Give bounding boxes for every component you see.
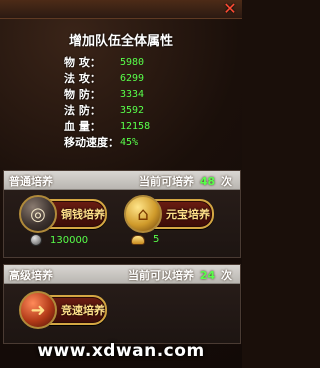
stat-value: 5980	[120, 56, 145, 68]
fast-training-icon: ➜	[19, 291, 57, 329]
close-icon[interactable]: ✕	[221, 0, 239, 18]
stat-label: 移动速度：	[64, 136, 119, 149]
remaining-suffix: 次	[221, 175, 232, 188]
yuanbao-training-button[interactable]: ⌂ 元宝培养	[124, 195, 214, 233]
yuanbao-cost-value: 5	[153, 234, 160, 245]
stat-row-move-speed: 移动速度： 45%	[64, 134, 224, 150]
stat-row-magic-defense: 法 防： 3592	[64, 102, 224, 118]
advanced-training-title: 高级培养	[9, 269, 53, 282]
stat-row-physical-attack: 物 攻： 5980	[64, 54, 224, 70]
normal-training-title: 普通培养	[9, 175, 53, 188]
copper-coin-icon: ◎	[19, 195, 57, 233]
yuanbao-cost: 5	[131, 234, 159, 245]
remaining-count: 48	[199, 175, 216, 188]
advanced-training-remaining: 当前可以培养 24 次	[128, 267, 232, 283]
yuanbao-ingot-icon	[131, 234, 145, 245]
stat-value: 12158	[120, 120, 151, 132]
normal-training-header: 普通培养 当前可培养 48 次	[4, 171, 240, 190]
top-bar	[0, 0, 242, 19]
copper-training-button[interactable]: ◎ 铜钱培养	[19, 195, 107, 233]
yuanbao-training-label: 元宝培养	[166, 208, 210, 221]
fast-training-label: 竞速培养	[61, 304, 105, 317]
fast-training-button[interactable]: ➜ 竞速培养	[19, 291, 107, 329]
yuanbao-ingot-icon: ⌂	[124, 195, 162, 233]
remaining-prefix: 当前可以培养	[128, 269, 194, 282]
remaining-count: 24	[199, 269, 216, 282]
copper-training-label: 铜钱培养	[61, 208, 105, 221]
copper-coin-icon	[30, 234, 42, 246]
stats-list: 物 攻： 5980 法 攻： 6299 物 防： 3334 法 防： 3592 …	[64, 54, 224, 150]
game-panel: ✕ 增加队伍全体属性 物 攻： 5980 法 攻： 6299 物 防： 3334…	[0, 0, 242, 368]
remaining-prefix: 当前可培养	[139, 175, 194, 188]
remaining-suffix: 次	[221, 269, 232, 282]
stat-label: 物 攻：	[64, 56, 101, 69]
stat-label: 血 量：	[64, 120, 101, 133]
stat-row-physical-defense: 物 防： 3334	[64, 86, 224, 102]
watermark: www.xdwan.com	[37, 341, 205, 361]
stat-row-magic-attack: 法 攻： 6299	[64, 70, 224, 86]
stat-label: 法 防：	[64, 104, 101, 117]
stat-value: 6299	[120, 72, 145, 84]
stat-row-hp: 血 量： 12158	[64, 118, 224, 134]
stat-label: 物 防：	[64, 88, 101, 101]
stat-value: 45%	[120, 136, 139, 148]
stat-label: 法 攻：	[64, 72, 101, 85]
normal-training-remaining: 当前可培养 48 次	[139, 173, 232, 189]
stat-value: 3592	[120, 104, 145, 116]
stat-value: 3334	[120, 88, 145, 100]
copper-cost: 130000	[30, 234, 88, 246]
advanced-training-header: 高级培养 当前可以培养 24 次	[4, 265, 240, 284]
copper-cost-value: 130000	[50, 234, 89, 246]
panel-title: 增加队伍全体属性	[68, 34, 173, 49]
